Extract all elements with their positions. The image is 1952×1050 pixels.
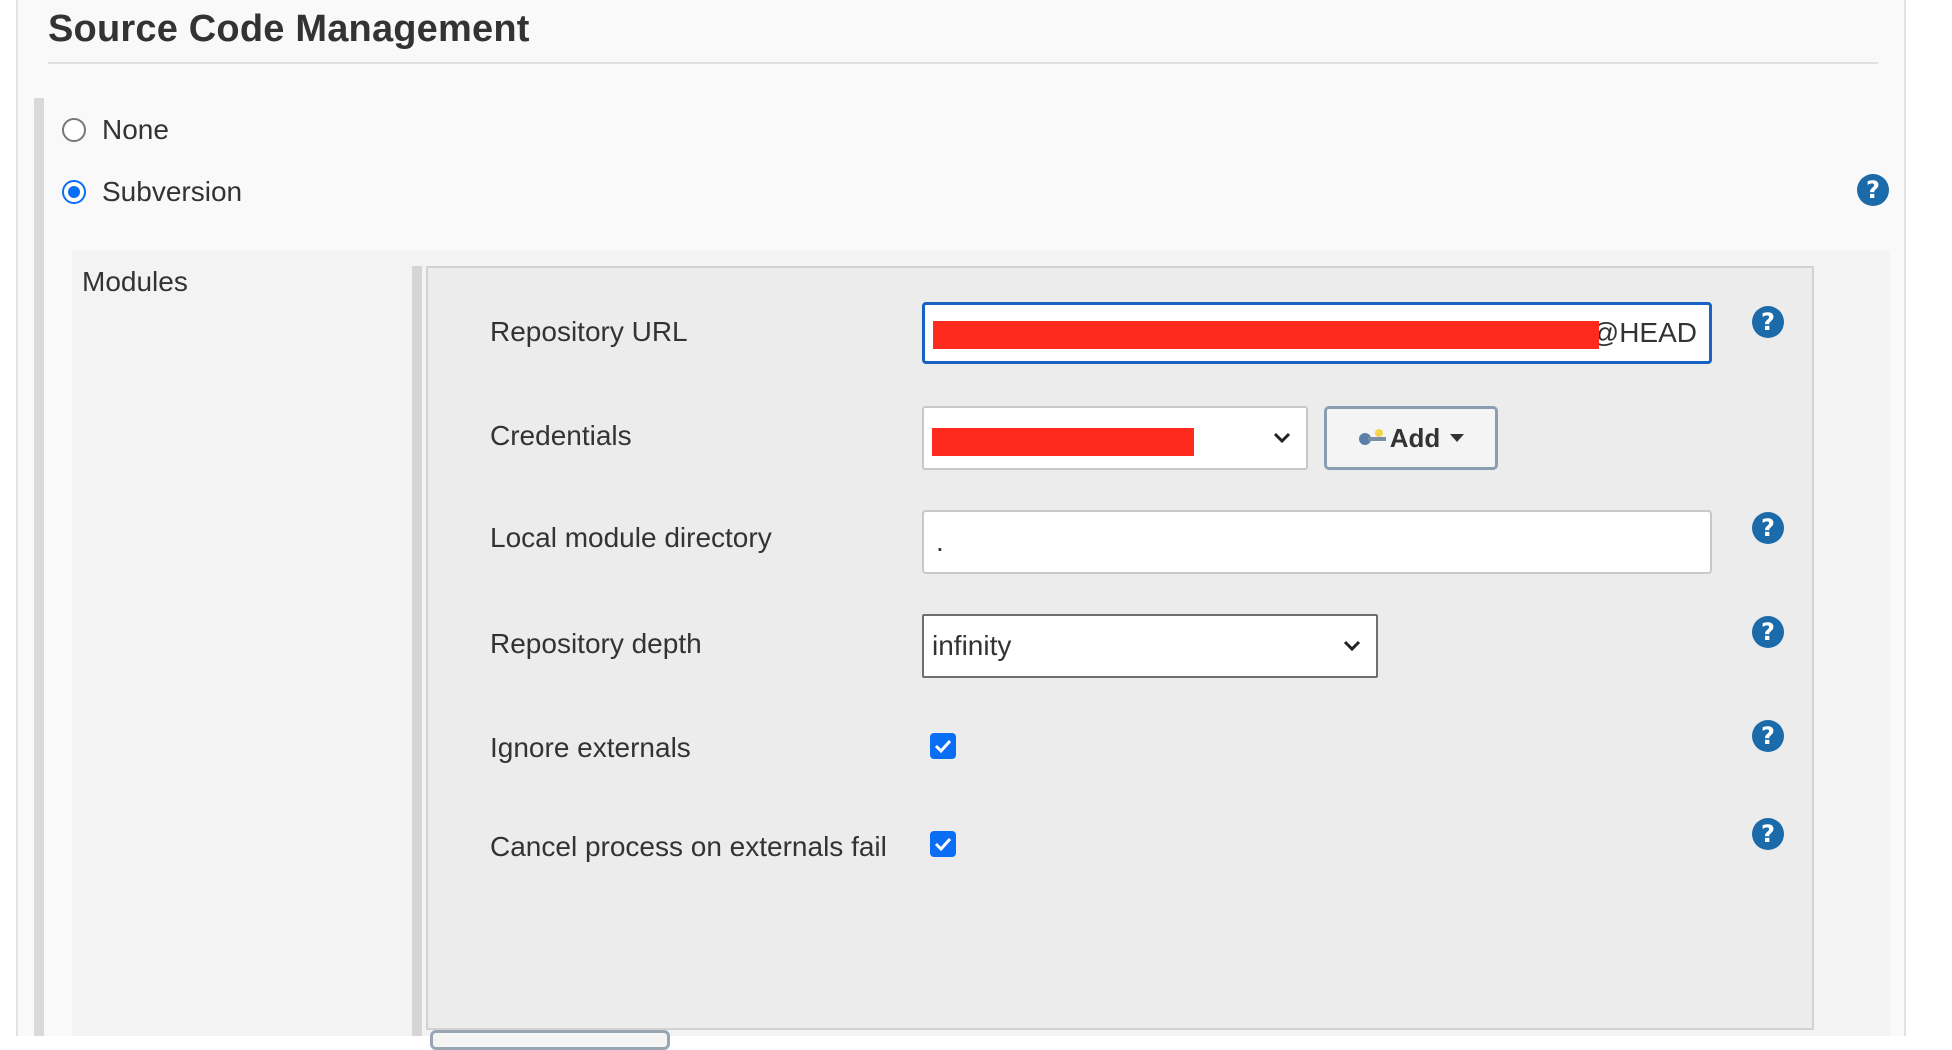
dropdown-caret-icon <box>1450 434 1465 442</box>
ignore-externals-checkbox[interactable] <box>930 733 956 759</box>
local-module-directory-label: Local module directory <box>490 522 772 553</box>
repository-depth-select[interactable]: infinity <box>922 614 1378 678</box>
chevron-down-icon <box>1273 432 1291 444</box>
repository-url-suffix: @HEAD <box>1590 317 1697 348</box>
title-divider <box>48 62 1878 64</box>
repository-url-label: Repository URL <box>490 316 688 347</box>
help-icon[interactable]: ? <box>1752 720 1784 752</box>
redacted-credential <box>932 428 1194 456</box>
module-action-button[interactable] <box>430 1030 670 1050</box>
scm-indent-bar <box>34 98 44 1036</box>
add-button-label: Add <box>1389 422 1441 453</box>
help-icon[interactable]: ? <box>1752 616 1784 648</box>
radio-button-subversion[interactable] <box>62 180 86 204</box>
radio-label-none: None <box>102 114 169 145</box>
redacted-url <box>933 321 1599 349</box>
chevron-down-icon <box>1343 640 1361 652</box>
cancel-process-label: Cancel process on externals fail <box>490 831 887 862</box>
local-module-directory-input[interactable]: . <box>922 510 1712 574</box>
local-module-directory-value: . <box>936 526 944 557</box>
cancel-process-checkbox[interactable] <box>930 831 956 857</box>
help-icon[interactable]: ? <box>1752 512 1784 544</box>
repository-depth-label: Repository depth <box>490 628 702 659</box>
radio-button-none[interactable] <box>62 118 86 142</box>
checkmark-icon <box>934 837 952 852</box>
modules-label: Modules <box>82 266 188 297</box>
help-icon[interactable]: ? <box>1857 174 1889 206</box>
checkmark-icon <box>934 739 952 754</box>
key-icon <box>1358 429 1386 445</box>
section-title: Source Code Management <box>48 8 530 50</box>
modules-indent-bar <box>412 266 422 1036</box>
repository-depth-value: infinity <box>932 630 1012 661</box>
radio-option-subversion[interactable]: Subversion <box>62 176 242 208</box>
repository-url-input[interactable]: @HEAD <box>922 302 1712 364</box>
credentials-label: Credentials <box>490 420 632 451</box>
credentials-select[interactable] <box>922 406 1308 470</box>
add-credentials-button[interactable]: Add <box>1324 406 1498 470</box>
help-icon[interactable]: ? <box>1752 818 1784 850</box>
ignore-externals-label: Ignore externals <box>490 732 691 763</box>
radio-option-none[interactable]: None <box>62 114 169 146</box>
radio-label-subversion: Subversion <box>102 176 243 207</box>
help-icon[interactable]: ? <box>1752 306 1784 338</box>
